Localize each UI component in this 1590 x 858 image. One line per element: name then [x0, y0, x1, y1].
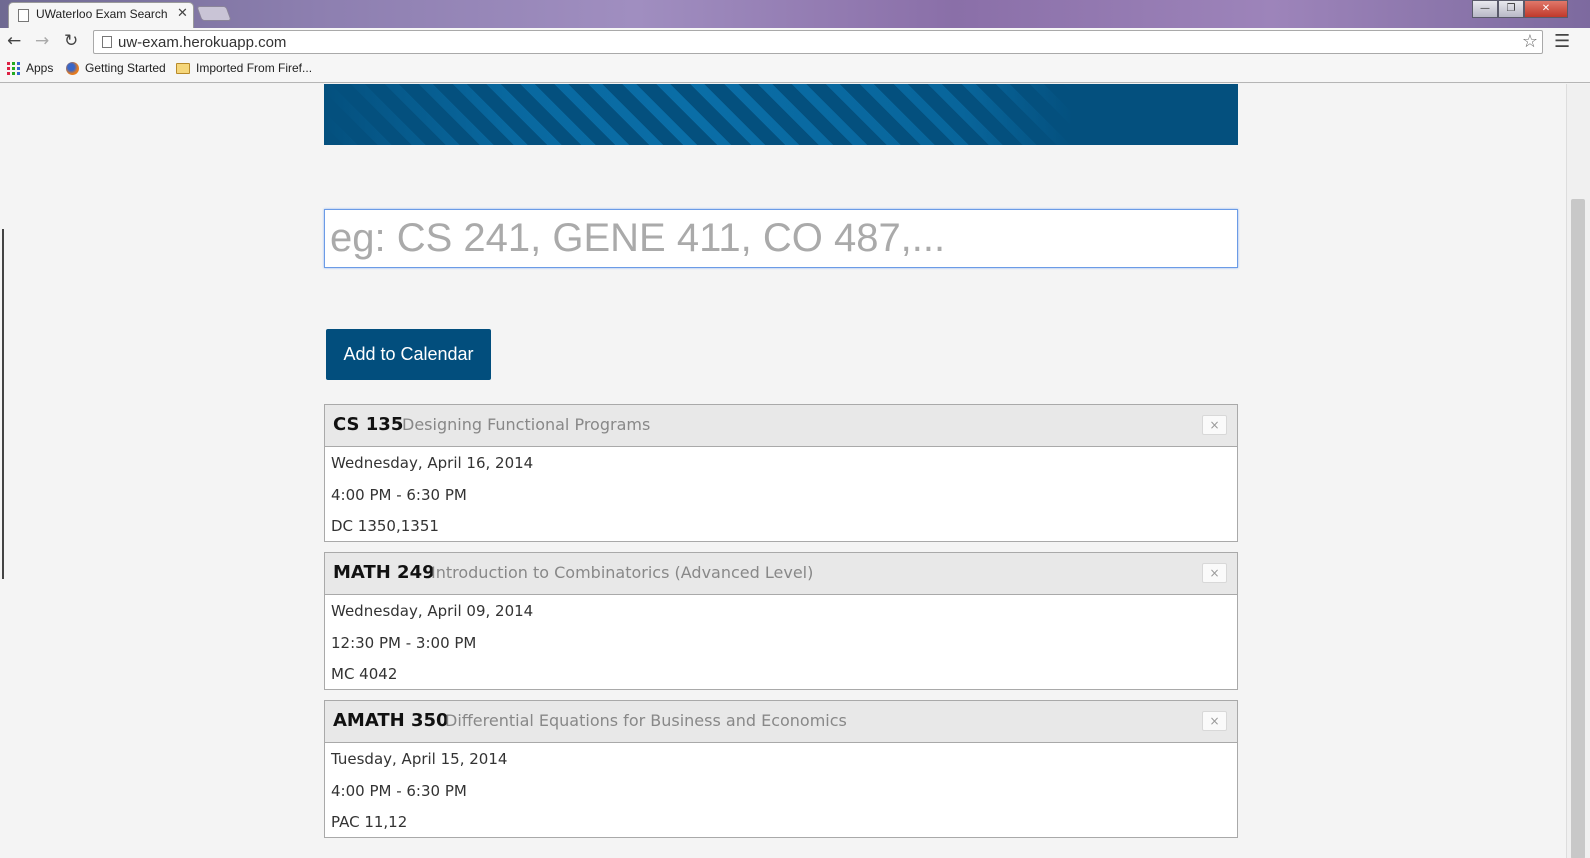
remove-course-icon[interactable]: ×: [1202, 711, 1227, 731]
course-title: Differential Equations for Business and …: [445, 711, 847, 730]
maximize-icon[interactable]: ❐: [1498, 0, 1524, 18]
reload-icon[interactable]: ↻: [64, 31, 78, 51]
header-banner: [324, 84, 1238, 145]
bookmark-label: Apps: [26, 61, 54, 75]
course-title: Designing Functional Programs: [402, 415, 651, 434]
course-title: Introduction to Combinatorics (Advanced …: [431, 563, 814, 582]
minimize-icon[interactable]: —: [1472, 0, 1498, 18]
folder-icon: [176, 62, 190, 74]
bookmark-label: Getting Started: [85, 61, 166, 75]
course-card-header: CS 135 Designing Functional Programs ×: [325, 405, 1237, 447]
exam-date: Wednesday, April 09, 2014: [331, 602, 534, 620]
back-arrow-icon[interactable]: ←: [7, 31, 21, 51]
course-card: AMATH 350 Differential Equations for Bus…: [324, 700, 1238, 838]
course-card: MATH 249 Introduction to Combinatorics (…: [324, 552, 1238, 690]
window-close-icon[interactable]: ✕: [1524, 0, 1568, 18]
course-card-header: MATH 249 Introduction to Combinatorics (…: [325, 553, 1237, 595]
add-to-calendar-button[interactable]: Add to Calendar: [326, 329, 491, 380]
bookmark-imported[interactable]: Imported From Firef...: [176, 61, 312, 75]
window-controls: — ❐ ✕: [1472, 0, 1568, 18]
left-border-line: [2, 229, 4, 579]
browser-tab[interactable]: UWaterloo Exam Search ✕: [8, 2, 194, 28]
bookmark-getting-started[interactable]: Getting Started: [66, 61, 166, 75]
bookmarks-bar: Apps Getting Started Imported From Firef…: [0, 56, 1590, 83]
page-icon: [18, 9, 29, 22]
course-card: CS 135 Designing Functional Programs × W…: [324, 404, 1238, 542]
exam-date: Wednesday, April 16, 2014: [331, 454, 534, 472]
remove-course-icon[interactable]: ×: [1202, 415, 1227, 435]
firefox-icon: [66, 61, 79, 75]
browser-titlebar: UWaterloo Exam Search ✕ — ❐ ✕: [0, 0, 1590, 28]
exam-time: 12:30 PM - 3:00 PM: [331, 634, 477, 652]
course-card-header: AMATH 350 Differential Equations for Bus…: [325, 701, 1237, 743]
exam-time: 4:00 PM - 6:30 PM: [331, 486, 467, 504]
exam-date: Tuesday, April 15, 2014: [331, 750, 508, 768]
course-code: MATH 249: [333, 562, 435, 583]
forward-arrow-icon[interactable]: →: [35, 31, 49, 51]
bookmark-label: Imported From Firef...: [196, 61, 313, 75]
bookmark-star-icon[interactable]: ☆: [1522, 31, 1538, 52]
tab-close-icon[interactable]: ✕: [177, 6, 188, 21]
scrollbar-thumb[interactable]: [1571, 199, 1585, 858]
address-bar[interactable]: uw-exam.herokuapp.com ☆: [93, 30, 1543, 54]
remove-course-icon[interactable]: ×: [1202, 563, 1227, 583]
vertical-scrollbar[interactable]: [1566, 84, 1590, 858]
exam-location: MC 4042: [331, 665, 398, 683]
exam-time: 4:00 PM - 6:30 PM: [331, 782, 467, 800]
course-code: CS 135: [333, 414, 404, 435]
tab-title: UWaterloo Exam Search: [36, 7, 168, 21]
exam-location: DC 1350,1351: [331, 517, 439, 535]
course-search-input[interactable]: [324, 209, 1238, 268]
page-icon: [102, 36, 112, 48]
menu-icon[interactable]: ☰: [1554, 31, 1570, 52]
bookmark-apps[interactable]: Apps: [7, 61, 53, 75]
new-tab-button[interactable]: [196, 6, 232, 21]
exam-location: PAC 11,12: [331, 813, 408, 831]
course-code: AMATH 350: [333, 710, 449, 731]
browser-toolbar: ← → ↻ uw-exam.herokuapp.com ☆ ☰: [0, 28, 1590, 56]
page-content: Add to Calendar CS 135 Designing Functio…: [0, 84, 1566, 858]
url-text: uw-exam.herokuapp.com: [118, 34, 287, 51]
apps-grid-icon: [7, 61, 20, 75]
